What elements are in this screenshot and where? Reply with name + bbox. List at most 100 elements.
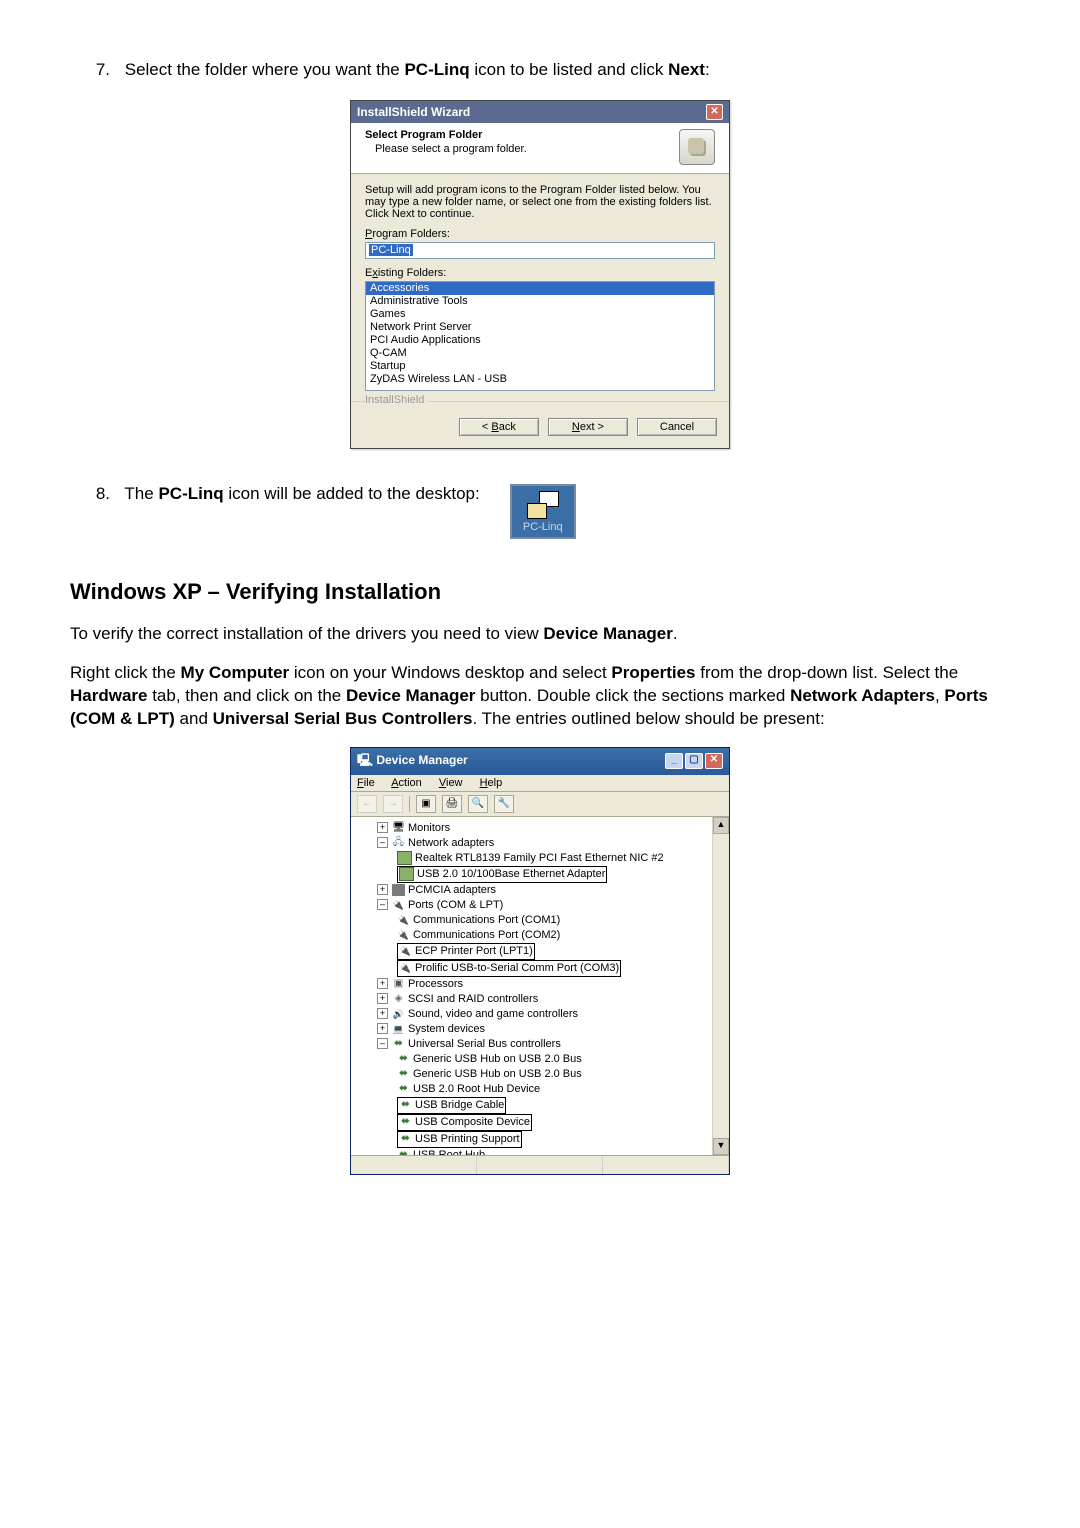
port-icon <box>399 962 412 974</box>
minimize-icon[interactable]: _ <box>665 753 683 769</box>
usb-icon <box>392 1038 405 1050</box>
dm-title-text: 🖳 Device Manager <box>357 751 468 772</box>
dialog-titlebar[interactable]: InstallShield Wizard ✕ <box>351 101 729 123</box>
tree-item[interactable]: Generic USB Hub on USB 2.0 Bus <box>357 1052 727 1067</box>
menu-action[interactable]: Action <box>391 777 422 789</box>
list-item[interactable]: Games <box>366 308 714 321</box>
tree-system[interactable]: +System devices <box>357 1022 727 1037</box>
collapse-icon[interactable]: – <box>377 837 388 848</box>
program-folders-label: Program Folders: <box>365 228 715 240</box>
list-item[interactable]: Administrative Tools <box>366 295 714 308</box>
tree-usb-controllers[interactable]: –Universal Serial Bus controllers <box>357 1037 727 1052</box>
expand-icon[interactable]: + <box>377 822 388 833</box>
cancel-button[interactable]: Cancel <box>637 418 717 436</box>
dm-titlebar[interactable]: 🖳 Device Manager _ ▢ ✕ <box>351 748 729 775</box>
forward-icon[interactable]: → <box>383 795 403 813</box>
back-button[interactable]: < Back <box>459 418 539 436</box>
close-icon[interactable]: ✕ <box>705 753 723 769</box>
tree-item[interactable]: Communications Port (COM2) <box>357 928 727 943</box>
pcmcia-icon <box>392 884 405 896</box>
list-item[interactable]: Startup <box>366 360 714 373</box>
tree-sound[interactable]: +Sound, video and game controllers <box>357 1007 727 1022</box>
tree-network[interactable]: –Network adapters <box>357 836 727 851</box>
usb-icon <box>397 1068 410 1080</box>
tree-monitors[interactable]: +Monitors <box>357 821 727 836</box>
collapse-icon[interactable]: – <box>377 899 388 910</box>
step-8: 8. The PC-Linq icon will be added to the… <box>70 484 1010 539</box>
scroll-up-icon[interactable]: ▲ <box>713 817 729 834</box>
tree-item[interactable]: USB 2.0 Root Hub Device <box>357 1082 727 1097</box>
cpu-icon <box>392 978 405 990</box>
expand-icon[interactable]: + <box>377 978 388 989</box>
usb-icon <box>397 1053 410 1065</box>
tree-item[interactable]: Generic USB Hub on USB 2.0 Bus <box>357 1067 727 1082</box>
maximize-icon[interactable]: ▢ <box>685 753 703 769</box>
tree-item[interactable]: Realtek RTL8139 Family PCI Fast Ethernet… <box>357 851 727 866</box>
tree-scsi[interactable]: +SCSI and RAID controllers <box>357 992 727 1007</box>
config-icon[interactable]: 🔧 <box>494 795 514 813</box>
monitor-icon <box>392 822 405 834</box>
tree-item[interactable]: Prolific USB-to-Serial Comm Port (COM3) <box>357 960 727 977</box>
usb-icon <box>399 1116 412 1128</box>
installshield-brand: InstallShield <box>351 401 729 414</box>
usb-icon <box>399 1099 412 1111</box>
paragraph-2: Right click the My Computer icon on your… <box>70 662 1010 731</box>
step-7: 7. Select the folder where you want the … <box>70 60 1010 80</box>
list-item[interactable]: PCI Audio Applications <box>366 334 714 347</box>
nic-icon <box>399 867 414 881</box>
dm-menubar: File Action View Help <box>351 775 729 792</box>
nic-icon <box>397 851 412 865</box>
step-8-text: The PC-Linq icon will be added to the de… <box>124 484 479 503</box>
dm-tree[interactable]: +Monitors –Network adapters Realtek RTL8… <box>351 817 729 1155</box>
pclinq-icon-graphic <box>527 491 559 519</box>
close-icon[interactable]: ✕ <box>706 104 723 120</box>
back-icon[interactable]: ← <box>357 795 377 813</box>
expand-icon[interactable]: + <box>377 1023 388 1034</box>
step-7-text: Select the folder where you want the PC-… <box>125 60 710 79</box>
print-icon[interactable]: 🖨 <box>442 795 462 813</box>
expand-icon[interactable]: + <box>377 993 388 1004</box>
list-item[interactable]: Accessories <box>366 282 714 295</box>
expand-icon[interactable]: + <box>377 1008 388 1019</box>
usb-icon <box>397 1083 410 1095</box>
dialog-button-row: < Back Next > Cancel <box>351 414 729 448</box>
menu-view[interactable]: View <box>439 777 463 789</box>
tree-item[interactable]: USB Bridge Cable <box>357 1097 727 1114</box>
step-8-number: 8. <box>70 484 110 504</box>
next-button[interactable]: Next > <box>548 418 628 436</box>
menu-help[interactable]: Help <box>480 777 503 789</box>
tree-ports[interactable]: –Ports (COM & LPT) <box>357 898 727 913</box>
dialog-header-title: Select Program Folder <box>365 129 671 141</box>
tree-item[interactable]: USB Composite Device <box>357 1114 727 1131</box>
system-icon <box>392 1023 405 1035</box>
port-icon <box>399 945 412 957</box>
scrollbar[interactable]: ▲ ▼ <box>712 817 729 1155</box>
menu-file[interactable]: File <box>357 777 375 789</box>
tree-processors[interactable]: +Processors <box>357 977 727 992</box>
section-heading: Windows XP – Verifying Installation <box>70 579 1010 605</box>
properties-icon[interactable]: ▣ <box>416 795 436 813</box>
tree-item[interactable]: USB Printing Support <box>357 1131 727 1148</box>
installshield-dialog: InstallShield Wizard ✕ Select Program Fo… <box>350 100 730 449</box>
program-folder-input[interactable]: PC-Linq <box>365 242 715 259</box>
tree-pcmcia[interactable]: +PCMCIA adapters <box>357 883 727 898</box>
usb-icon <box>397 1149 410 1155</box>
expand-icon[interactable]: + <box>377 884 388 895</box>
tree-item[interactable]: Communications Port (COM1) <box>357 913 727 928</box>
installer-icon <box>679 129 715 165</box>
tree-item[interactable]: ECP Printer Port (LPT1) <box>357 943 727 960</box>
list-item[interactable]: ZyDAS Wireless LAN - USB <box>366 373 714 386</box>
list-item[interactable]: Q-CAM <box>366 347 714 360</box>
scan-icon[interactable]: 🔍 <box>468 795 488 813</box>
list-item[interactable]: Network Print Server <box>366 321 714 334</box>
port-icon <box>397 929 410 941</box>
sound-icon <box>392 1008 405 1020</box>
scroll-down-icon[interactable]: ▼ <box>713 1138 729 1155</box>
tree-item[interactable]: USB Root Hub <box>357 1148 727 1155</box>
step-7-number: 7. <box>70 60 110 80</box>
collapse-icon[interactable]: – <box>377 1038 388 1049</box>
tree-item[interactable]: USB 2.0 10/100Base Ethernet Adapter <box>357 866 727 883</box>
pclinq-desktop-icon[interactable]: PC-Linq <box>510 484 576 539</box>
existing-folders-list[interactable]: Accessories Administrative Tools Games N… <box>365 281 715 391</box>
dialog-header-sub: Please select a program folder. <box>375 143 671 155</box>
